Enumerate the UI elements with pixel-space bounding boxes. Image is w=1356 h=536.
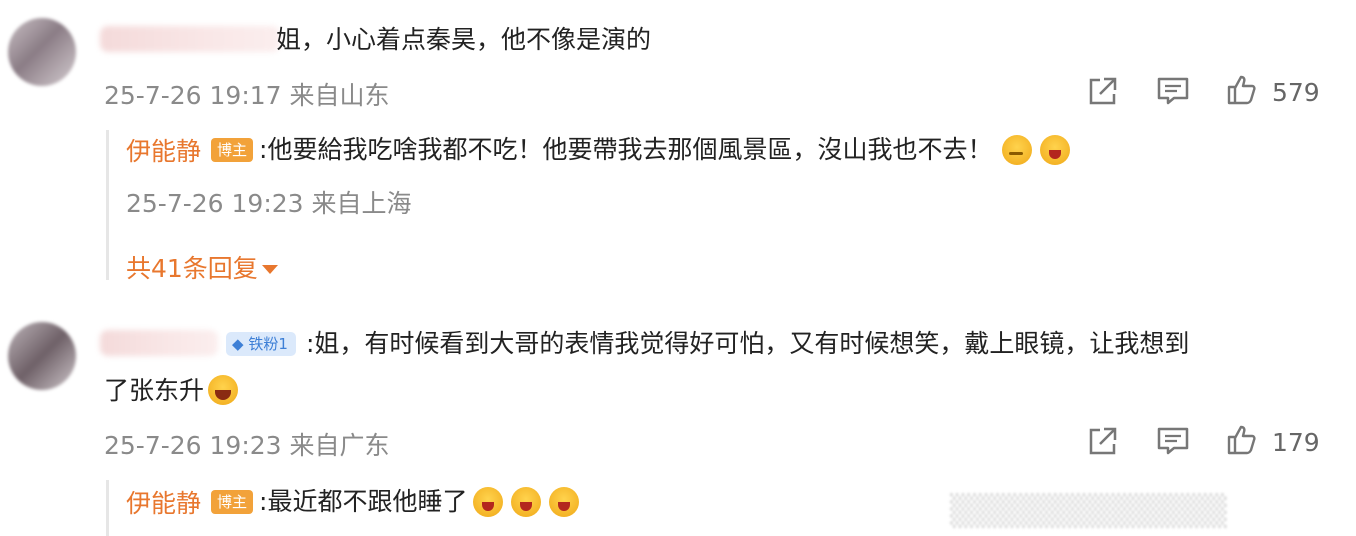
location: 来自上海 [311, 189, 412, 218]
diamond-icon: ◆ [232, 335, 244, 353]
comment-text-line2: 了张东升 [104, 376, 205, 405]
like-button[interactable]: 179 [1226, 424, 1320, 460]
reply-author[interactable]: 伊能静 [126, 484, 201, 520]
more-replies-label: 共41条回复 [126, 254, 258, 283]
cry-emoji [511, 487, 542, 517]
comment-text-continued: 了张东升 [104, 375, 239, 407]
username[interactable] [100, 330, 218, 356]
timestamp: 25-7-26 19:23 [126, 189, 304, 218]
share-icon[interactable] [1086, 74, 1120, 115]
more-replies-button[interactable]: 共41条回复 [126, 249, 278, 285]
watermark: ▒▒▒▒▒▒▒▒▒▒▒▒ [950, 494, 1227, 529]
location: 来自广东 [289, 431, 390, 460]
username[interactable] [100, 26, 280, 52]
comment-timestamp: 25-7-26 19:23 来自广东 [104, 426, 390, 462]
reply-author[interactable]: 伊能静 [126, 132, 201, 168]
reply-divider [106, 130, 109, 280]
think-emoji [1002, 135, 1033, 165]
reply: 伊能静 博主 :他要給我吃啥我都不吃！他要帶我去那個風景區，沒山我也不去！ [126, 132, 1071, 168]
cry-emoji [473, 487, 504, 517]
thumbs-up-icon [1226, 74, 1258, 110]
reply-timestamp: 25-7-26 19:23 来自上海 [126, 184, 412, 220]
reply-text: :最近都不跟他睡了 [259, 487, 468, 516]
cry-emoji [549, 487, 580, 517]
comment-text: :姐，有时候看到大哥的表情我觉得好可怕，又有时候想笑，戴上眼镜，让我想到 [306, 329, 1190, 358]
location: 来自山东 [289, 81, 390, 110]
reply-divider [106, 480, 109, 536]
comment-icon[interactable] [1156, 424, 1190, 465]
comment-icon[interactable] [1156, 74, 1190, 115]
chevron-down-icon [261, 265, 278, 274]
cry-emoji [1040, 135, 1071, 165]
comment-text: 姐，小心着点秦昊，他不像是演的 [276, 25, 652, 54]
like-count: 579 [1272, 77, 1320, 107]
laugh-emoji [208, 375, 239, 405]
timestamp: 25-7-26 19:23 [104, 431, 282, 460]
share-icon[interactable] [1086, 424, 1120, 465]
fan-badge-label: 铁粉1 [248, 335, 288, 353]
thumbs-up-icon [1226, 424, 1258, 460]
avatar[interactable] [8, 322, 76, 390]
like-button[interactable]: 579 [1226, 74, 1320, 110]
blogger-badge: 博主 [211, 490, 254, 514]
reply-text: :他要給我吃啥我都不吃！他要帶我去那個風景區，沒山我也不去！ [259, 135, 993, 164]
like-count: 179 [1272, 427, 1320, 457]
reply: 伊能静 博主 :最近都不跟他睡了 [126, 484, 580, 520]
fan-badge: ◆ 铁粉1 [226, 332, 296, 356]
comment-timestamp: 25-7-26 19:17 来自山东 [104, 76, 390, 112]
blogger-badge: 博主 [211, 138, 254, 162]
timestamp: 25-7-26 19:17 [104, 81, 282, 110]
avatar[interactable] [8, 18, 76, 86]
